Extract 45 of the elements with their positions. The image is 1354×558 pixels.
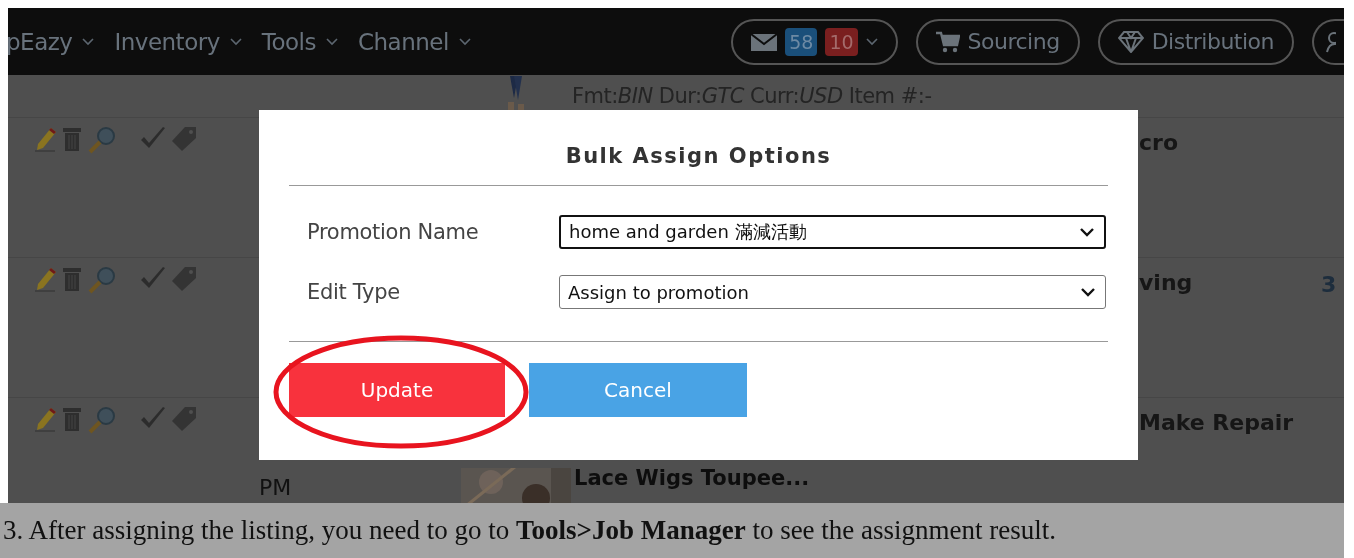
update-button[interactable]: Update xyxy=(289,363,505,417)
chevron-down-icon xyxy=(82,37,95,46)
pencil-icon xyxy=(35,126,57,152)
chevron-down-icon xyxy=(325,37,338,46)
diamond-icon xyxy=(1117,30,1144,53)
tag-icon xyxy=(171,266,197,292)
chevron-down-icon xyxy=(229,37,242,46)
listing-title: Make Repair xyxy=(1139,410,1294,435)
nav-menu[interactable]: pEazy xyxy=(8,28,95,55)
nav-menu[interactable]: Tools xyxy=(261,28,338,55)
envelope-icon xyxy=(751,32,778,51)
trash-icon xyxy=(61,266,83,292)
chevron-down-icon xyxy=(865,37,878,46)
chevron-down-icon xyxy=(1080,227,1094,237)
pencil-icon xyxy=(35,266,57,292)
pencil-icon xyxy=(35,406,57,432)
count-badge: 58 xyxy=(785,27,818,56)
nav-button[interactable] xyxy=(1312,18,1344,65)
listing-title: ving xyxy=(1139,270,1193,295)
trash-icon xyxy=(61,406,83,432)
field-label: Promotion Name xyxy=(307,220,480,244)
field-label: Edit Type xyxy=(307,280,401,304)
count-badge: 10 xyxy=(825,27,858,56)
nav-menu[interactable]: Inventory xyxy=(114,28,242,55)
dropdown[interactable]: home and garden 滿減活動 xyxy=(559,215,1106,249)
dropdown[interactable]: Assign to promotion xyxy=(559,275,1106,309)
cart-icon xyxy=(935,30,960,53)
chevron-down-icon xyxy=(1081,287,1095,297)
nav-menu[interactable]: Channel xyxy=(357,28,471,55)
magnifier-icon xyxy=(87,266,117,294)
nav-button[interactable]: Distribution xyxy=(1097,18,1294,65)
dialog-title: Bulk Assign Options xyxy=(564,143,833,170)
trash-icon xyxy=(61,126,83,152)
messages-button[interactable]: 58 10 xyxy=(731,18,898,65)
time-text: PM xyxy=(259,475,292,500)
magnifier-icon xyxy=(87,406,117,434)
magnifier-icon xyxy=(87,126,117,154)
nav-button[interactable]: Sourcing xyxy=(915,18,1080,65)
tag-icon xyxy=(171,406,197,432)
listing-title: cro xyxy=(1139,130,1178,155)
caption-text: 3. After assigning the listing, you need to go to Tools>Job Manager to see the assignment result. xyxy=(3,515,1057,546)
tag-icon xyxy=(171,126,197,152)
cancel-button[interactable]: Cancel xyxy=(529,363,747,417)
chevron-down-icon xyxy=(458,37,471,46)
listing-title: Lace Wigs Toupee... xyxy=(574,466,810,490)
